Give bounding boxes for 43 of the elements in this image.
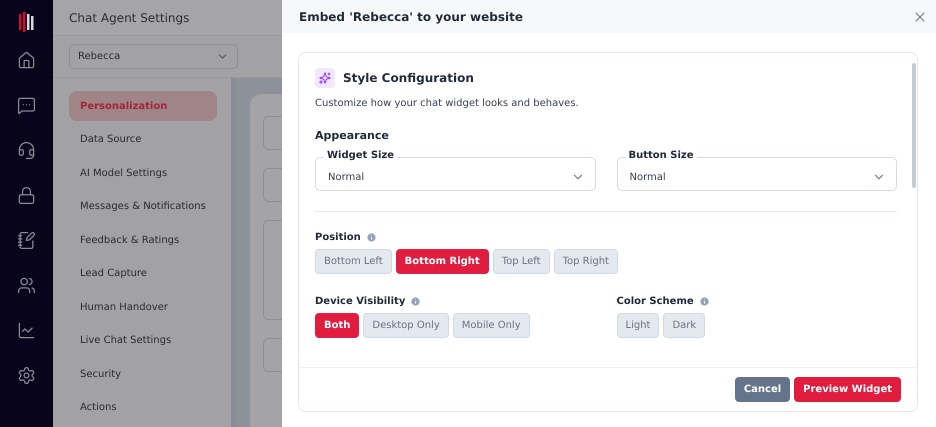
- field-label: Widget Size: [324, 150, 398, 162]
- info-icon[interactable]: [410, 296, 422, 307]
- page-title: Chat Agent Settings: [69, 10, 190, 24]
- notebook-icon[interactable]: [17, 231, 36, 250]
- menu-item[interactable]: Lead Capture: [69, 258, 217, 288]
- sparkle-icon: [315, 68, 335, 88]
- menu-item[interactable]: Data Source: [69, 124, 217, 154]
- dialog-title: Embed 'Rebecca' to your website: [299, 10, 523, 24]
- option-button[interactable]: Top Right: [554, 249, 618, 274]
- appearance-heading: Appearance: [315, 129, 390, 142]
- group-label: Device Visibility: [315, 296, 406, 307]
- cancel-button[interactable]: Cancel: [734, 377, 790, 402]
- menu-item[interactable]: Feedback & Ratings: [69, 225, 217, 255]
- group-label: Position: [315, 232, 361, 243]
- option-button[interactable]: Top Left: [492, 249, 550, 274]
- headset-icon[interactable]: [17, 141, 36, 160]
- info-icon[interactable]: [698, 296, 710, 307]
- menu-item[interactable]: Human Handover: [69, 292, 217, 322]
- info-icon[interactable]: [366, 232, 377, 243]
- section-title: Style Configuration: [343, 71, 474, 85]
- option-button[interactable]: Both: [315, 313, 360, 338]
- house-icon[interactable]: [17, 51, 36, 70]
- option-button[interactable]: Desktop Only: [363, 313, 449, 338]
- section-description: Customize how your chat widget looks and behaves.: [315, 98, 580, 109]
- agent-select[interactable]: Rebecca: [69, 44, 238, 69]
- menu-item[interactable]: Live Chat Settings: [69, 326, 217, 356]
- menu-item[interactable]: Actions: [69, 392, 217, 422]
- preview-button[interactable]: Preview Widget: [794, 377, 901, 402]
- chat-icon[interactable]: [17, 96, 36, 115]
- option-button[interactable]: Dark: [663, 313, 706, 338]
- chart-icon[interactable]: [17, 321, 36, 340]
- lock-icon[interactable]: [17, 186, 36, 205]
- option-button[interactable]: Bottom Left: [315, 249, 392, 274]
- menu-item[interactable]: AI Model Settings: [69, 158, 217, 188]
- option-button[interactable]: Light: [616, 313, 660, 338]
- menu-item[interactable]: Security: [69, 359, 217, 389]
- option-button[interactable]: Mobile Only: [452, 313, 530, 338]
- option-button[interactable]: Bottom Right: [396, 249, 489, 274]
- logo-icon: [16, 12, 36, 32]
- group-label: Color Scheme: [616, 296, 694, 307]
- settings-icon[interactable]: [17, 366, 36, 385]
- users-icon[interactable]: [17, 276, 36, 295]
- menu-item[interactable]: Messages & Notifications: [69, 192, 217, 222]
